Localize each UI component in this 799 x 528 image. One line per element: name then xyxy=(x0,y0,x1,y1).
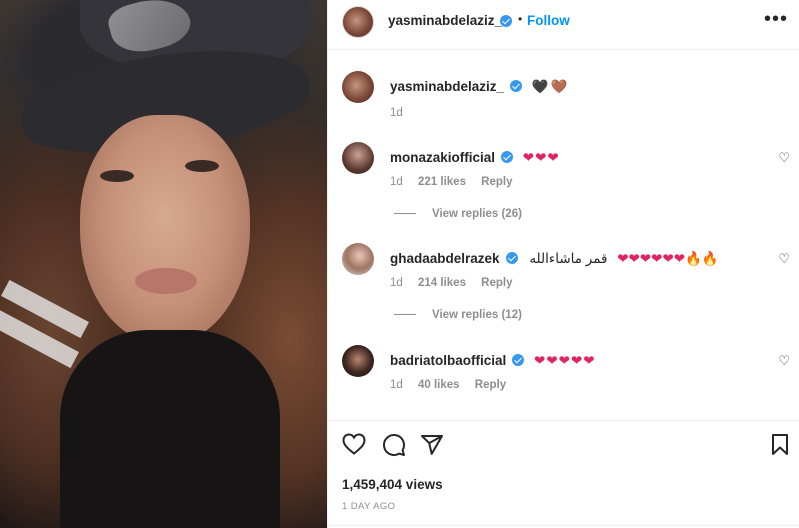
commenter-avatar[interactable] xyxy=(342,243,374,275)
comment-emojis: ❤❤❤ xyxy=(522,150,560,165)
like-comment-heart-icon[interactable]: ♡ xyxy=(778,251,790,267)
comment-emojis: ❤❤❤❤❤ xyxy=(534,353,596,368)
more-options-icon[interactable]: ••• xyxy=(764,8,788,31)
author-username[interactable]: yasminabdelaziz_ xyxy=(388,13,502,28)
photo-face xyxy=(80,115,250,345)
caption-time[interactable]: 1d xyxy=(390,107,403,119)
post-header: yasminabdelaziz_ • Follow ••• xyxy=(328,0,799,50)
caption-emojis: 🖤🤎 xyxy=(531,79,570,94)
share-paper-plane-icon[interactable] xyxy=(420,433,444,457)
comment-meta: 1d 214 likes Reply xyxy=(390,277,525,289)
save-bookmark-icon[interactable] xyxy=(770,433,790,457)
reply-button[interactable]: Reply xyxy=(481,277,512,289)
caption-avatar[interactable] xyxy=(342,71,374,103)
view-count[interactable]: 1,459,404 views xyxy=(342,477,443,492)
commenter-username[interactable]: badriatolbaofficial xyxy=(390,353,506,368)
photo-eye-left xyxy=(100,170,134,182)
post-media-photo[interactable] xyxy=(0,0,327,528)
like-comment-heart-icon[interactable]: ♡ xyxy=(778,353,790,369)
follow-button[interactable]: Follow xyxy=(527,13,570,28)
divider xyxy=(328,525,799,526)
photo-lips xyxy=(135,268,197,294)
like-comment-heart-icon[interactable]: ♡ xyxy=(778,150,790,166)
view-replies-button[interactable]: View replies (12) xyxy=(394,309,522,321)
verified-badge-icon xyxy=(500,15,512,27)
comment-likes[interactable]: 221 likes xyxy=(418,176,466,188)
reply-button[interactable]: Reply xyxy=(475,379,506,391)
caption-meta: 1d xyxy=(390,107,415,119)
comment-text: قمر ماشاءالله xyxy=(529,251,608,266)
verified-badge-icon xyxy=(510,80,523,92)
reply-button[interactable]: Reply xyxy=(481,176,512,188)
photo-hoodie xyxy=(60,330,280,528)
post-actions: 1,459,404 views 1 DAY AGO xyxy=(328,420,799,528)
post-timestamp[interactable]: 1 DAY AGO xyxy=(342,501,395,512)
like-heart-icon[interactable] xyxy=(342,433,366,455)
commenter-avatar[interactable] xyxy=(342,142,374,174)
author-avatar[interactable] xyxy=(342,6,374,38)
comment-line: badriatolbaofficial ❤❤❤❤❤ xyxy=(390,353,596,369)
comment-meta: 1d 40 likes Reply xyxy=(390,379,518,391)
photo-eye-right xyxy=(185,160,219,172)
commenter-avatar[interactable] xyxy=(342,345,374,377)
comment-meta: 1d 221 likes Reply xyxy=(390,176,525,188)
comments-list[interactable]: yasminabdelaziz_ 🖤🤎 1d monazakiofficial … xyxy=(328,51,799,418)
comment-likes[interactable]: 214 likes xyxy=(418,277,466,289)
comment-bubble-icon[interactable] xyxy=(382,433,406,457)
commenter-username[interactable]: monazakiofficial xyxy=(390,150,495,165)
comment-time[interactable]: 1d xyxy=(390,277,403,289)
separator-dot: • xyxy=(518,12,523,26)
post-side-panel: yasminabdelaziz_ • Follow ••• yasminabde… xyxy=(327,0,799,528)
caption-line: yasminabdelaziz_ 🖤🤎 xyxy=(390,79,569,95)
verified-badge-icon xyxy=(505,252,518,264)
verified-badge-icon xyxy=(512,354,525,366)
commenter-username[interactable]: ghadaabdelrazek xyxy=(390,251,500,266)
comment-time[interactable]: 1d xyxy=(390,176,403,188)
verified-badge-icon xyxy=(501,151,514,163)
comment-time[interactable]: 1d xyxy=(390,379,403,391)
comment-emojis: ❤❤❤❤❤❤🔥🔥 xyxy=(617,251,719,266)
comment-line: monazakiofficial ❤❤❤ xyxy=(390,150,560,166)
comment-likes[interactable]: 40 likes xyxy=(418,379,460,391)
caption-username[interactable]: yasminabdelaziz_ xyxy=(390,79,504,94)
comment-line: ghadaabdelrazek قمر ماشاءالله ❤❤❤❤❤❤🔥🔥 xyxy=(390,251,719,267)
view-replies-button[interactable]: View replies (26) xyxy=(394,208,522,220)
